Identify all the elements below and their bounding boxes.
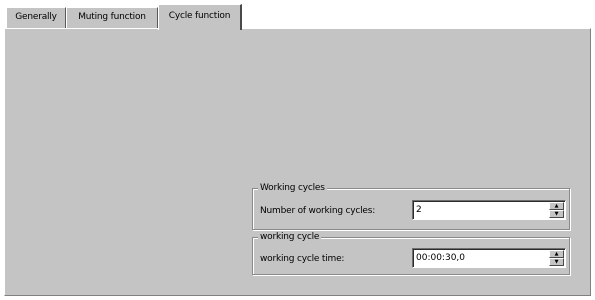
number-of-working-cycles-decrement-button[interactable]: ▼ (549, 210, 564, 218)
working-cycles-group: Working cycles Number of working cycles:… (252, 182, 570, 230)
number-of-working-cycles-increment-button[interactable]: ▲ (549, 202, 564, 210)
tab-cycle-function[interactable]: Cycle function (158, 4, 242, 30)
working-cycle-time-input[interactable] (415, 251, 547, 265)
number-of-working-cycles-spin-buttons: ▲ ▼ (549, 202, 564, 218)
down-arrow-icon: ▼ (554, 259, 559, 265)
working-cycles-group-title: Working cycles (258, 182, 327, 194)
tab-generally[interactable]: Generally (6, 7, 66, 28)
tab-strip: Generally Muting function Cycle function (4, 4, 591, 30)
working-cycle-time-label: working cycle time: (260, 254, 345, 264)
number-of-working-cycles-input[interactable] (415, 203, 547, 217)
cycle-function-panel: Working cycles Number of working cycles:… (4, 28, 591, 296)
number-of-working-cycles-label: Number of working cycles: (260, 206, 376, 216)
tab-muting-function[interactable]: Muting function (66, 7, 158, 28)
cycle-settings-dialog: Generally Muting function Cycle function… (4, 4, 591, 296)
working-cycle-group-title: working cycle (258, 231, 322, 243)
working-cycle-time-spinner: ▲ ▼ (412, 248, 566, 268)
working-cycle-time-decrement-button[interactable]: ▼ (549, 258, 564, 266)
working-cycle-time-spin-buttons: ▲ ▼ (549, 250, 564, 266)
up-arrow-icon: ▲ (554, 203, 559, 209)
up-arrow-icon: ▲ (554, 251, 559, 257)
down-arrow-icon: ▼ (554, 211, 559, 217)
working-cycle-time-increment-button[interactable]: ▲ (549, 250, 564, 258)
number-of-working-cycles-spinner: ▲ ▼ (412, 200, 566, 220)
working-cycle-group: working cycle working cycle time: ▲ ▼ (252, 231, 570, 275)
